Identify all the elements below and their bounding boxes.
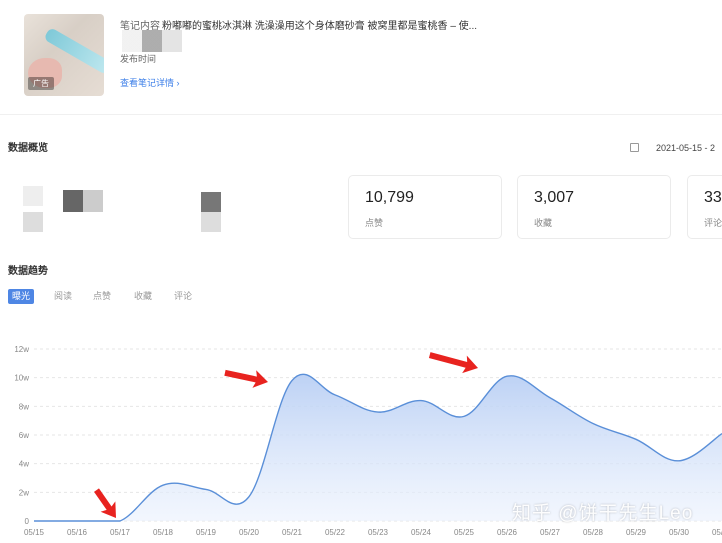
x-tick-label: 05/15 [24,528,45,537]
view-note-detail-link[interactable]: 查看笔记详情 › [120,76,180,89]
x-tick-label: 05/18 [153,528,174,537]
stat-value: 33 [704,189,722,206]
overview-title: 数据概览 [8,143,48,154]
stat-card-comments: 33 评论 [687,175,722,239]
stat-label: 评论 [704,218,722,228]
y-tick-label: 6w [19,431,29,440]
blurred-mosaic [122,30,182,52]
x-tick-label: 05/30 [669,528,690,537]
stat-label: 收藏 [534,218,553,228]
stat-label: 点赞 [365,218,384,228]
tab-likes[interactable]: 点赞 [89,289,115,304]
stat-card-reads [178,175,332,239]
note-card: 广告 笔记内容 粉嘟嘟的蜜桃冰淇淋 洗澡澡用这个身体磨砂膏 被窝里都是蜜桃香 –… [0,0,722,112]
tab-reads[interactable]: 阅读 [50,289,76,304]
date-range[interactable]: 2021-05-15 - 2 [656,143,715,153]
calendar-icon[interactable] [630,143,639,152]
stat-value: 3,007 [534,189,575,206]
red-arrow-icon [428,352,478,374]
tab-exposure[interactable]: 曝光 [8,289,35,304]
x-tick-label: 05/21 [282,528,303,537]
x-tick-label: 05/22 [325,528,346,537]
y-tick-label: 0 [25,517,30,526]
x-tick-label: 05/23 [368,528,389,537]
stat-card-likes: 10,799 点赞 [348,175,502,239]
ad-badge: 广告 [28,77,54,90]
trend-title: 数据趋势 [8,266,48,277]
x-tick-label: 05/28 [583,528,604,537]
y-tick-label: 10w [14,374,29,383]
x-tick-label: 05/29 [626,528,647,537]
blurred-mosaic [23,186,43,206]
x-tick-label: 05/17 [110,528,131,537]
x-tick-label: 05/19 [196,528,217,537]
x-tick-label: 05/25 [454,528,475,537]
y-tick-label: 12w [14,345,29,354]
y-tick-label: 8w [19,402,29,411]
blurred-mosaic [201,212,221,232]
stat-value: 10,799 [365,189,414,206]
x-tick-label: 05/24 [411,528,432,537]
red-arrow-icon [224,369,268,388]
x-tick-label: 05/26 [497,528,518,537]
x-tick-label: 05/27 [540,528,561,537]
blurred-mosaic [201,192,221,212]
publish-time-label: 发布时间 [120,54,157,64]
y-tick-label: 2w [19,488,29,497]
stat-card-favorites: 3,007 收藏 [517,175,671,239]
divider [0,114,722,115]
blurred-mosaic [63,190,103,212]
x-tick-label: 05/16 [67,528,88,537]
x-tick-label: 05/20 [239,528,260,537]
note-title: 粉嘟嘟的蜜桃冰淇淋 洗澡澡用这个身体磨砂膏 被窝里都是蜜桃香 – 使... [162,21,478,32]
y-tick-label: 4w [19,460,29,469]
tab-comments[interactable]: 评论 [170,289,196,304]
note-thumbnail[interactable]: 广告 [24,14,104,96]
red-arrow-icon [94,488,116,518]
stat-card-exposure [8,175,162,239]
watermark: 知乎 @饼干先生Leo [512,503,694,524]
x-tick-label: 05/31 [712,528,722,537]
blurred-mosaic [23,212,43,232]
tab-favorites[interactable]: 收藏 [130,289,156,304]
